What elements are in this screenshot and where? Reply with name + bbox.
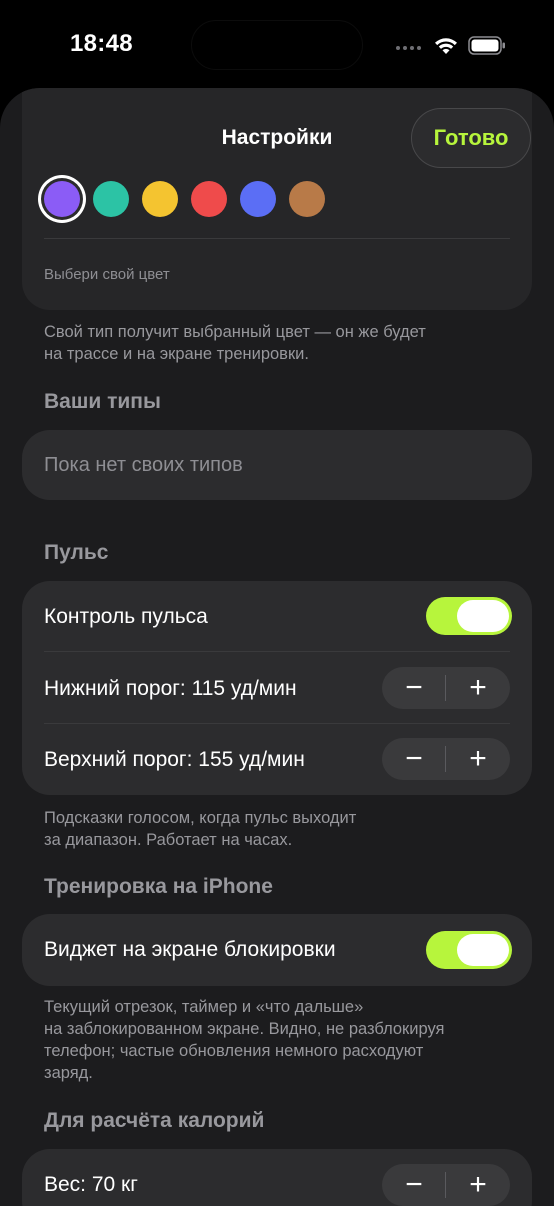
increment-button[interactable]: + [446,1164,510,1206]
section-header-your-types: Ваши типы [44,390,161,413]
weight-stepper: − + [382,1164,510,1206]
decrement-button[interactable]: − [382,738,446,780]
decrement-button[interactable]: − [382,1164,446,1206]
iphone-workout-footnote: Текущий отрезок, таймер и «что дальше» н… [44,996,514,1084]
lock-screen-widget-toggle[interactable] [426,931,512,969]
settings-sheet: Выбери свой цвет Настройки Готово Свой т… [0,88,554,1206]
cellular-signal-icon [396,46,421,50]
upper-threshold-stepper: − + [382,738,510,780]
battery-icon [468,36,505,55]
status-bar: 18:48 [0,0,554,86]
color-picker-caption: Выбери свой цвет [44,266,170,283]
pulse-control-label: Контроль пульса [44,605,208,628]
lower-threshold-label: Нижний порог: 115 уд/мин [44,677,297,700]
lower-threshold-stepper: − + [382,667,510,709]
wifi-icon [435,38,457,54]
decrement-button[interactable]: − [382,667,446,709]
footnote-line: телефон; частые обновления немного расхо… [44,1042,424,1060]
status-time: 18:48 [70,30,133,57]
divider [44,651,510,652]
pulse-card: Контроль пульса Нижний порог: 115 уд/мин… [22,581,532,795]
sheet-header: Настройки Готово [0,88,554,198]
color-footnote: Свой тип получит выбранный цвет — он же … [44,321,514,365]
footnote-line: на заблокированном экране. Видно, не раз… [44,1020,445,1038]
dynamic-island [191,20,363,70]
your-types-card: Пока нет своих типов [22,430,532,500]
empty-types-placeholder: Пока нет своих типов [44,454,243,476]
footnote-line: Текущий отрезок, таймер и «что дальше» [44,998,364,1016]
footnote-line: заряд. [44,1064,93,1082]
footnote-line: Подсказки голосом, когда пульс выходит [44,809,357,827]
footnote-line: Свой тип получит выбранный цвет — он же … [44,323,426,341]
section-header-iphone-workout: Тренировка на iPhone [44,875,273,898]
section-header-pulse: Пульс [44,541,109,564]
divider [44,723,510,724]
footnote-line: на трассе и на экране тренировки. [44,345,309,363]
pulse-control-toggle[interactable] [426,597,512,635]
toggle-knob [457,600,509,632]
done-button[interactable]: Готово [411,108,531,168]
footnote-line: за диапазон. Работает на часах. [44,831,293,849]
section-header-calories: Для расчёта калорий [44,1109,265,1132]
lock-screen-widget-label: Виджет на экране блокировки [44,938,336,961]
pulse-footnote: Подсказки голосом, когда пульс выходит з… [44,807,514,851]
iphone-workout-card: Виджет на экране блокировки [22,914,532,986]
calories-card: Вес: 70 кг − + [22,1149,532,1206]
toggle-knob [457,934,509,966]
upper-threshold-label: Верхний порог: 155 уд/мин [44,748,305,771]
weight-label: Вес: 70 кг [44,1173,138,1196]
increment-button[interactable]: + [446,667,510,709]
divider [44,238,510,239]
increment-button[interactable]: + [446,738,510,780]
